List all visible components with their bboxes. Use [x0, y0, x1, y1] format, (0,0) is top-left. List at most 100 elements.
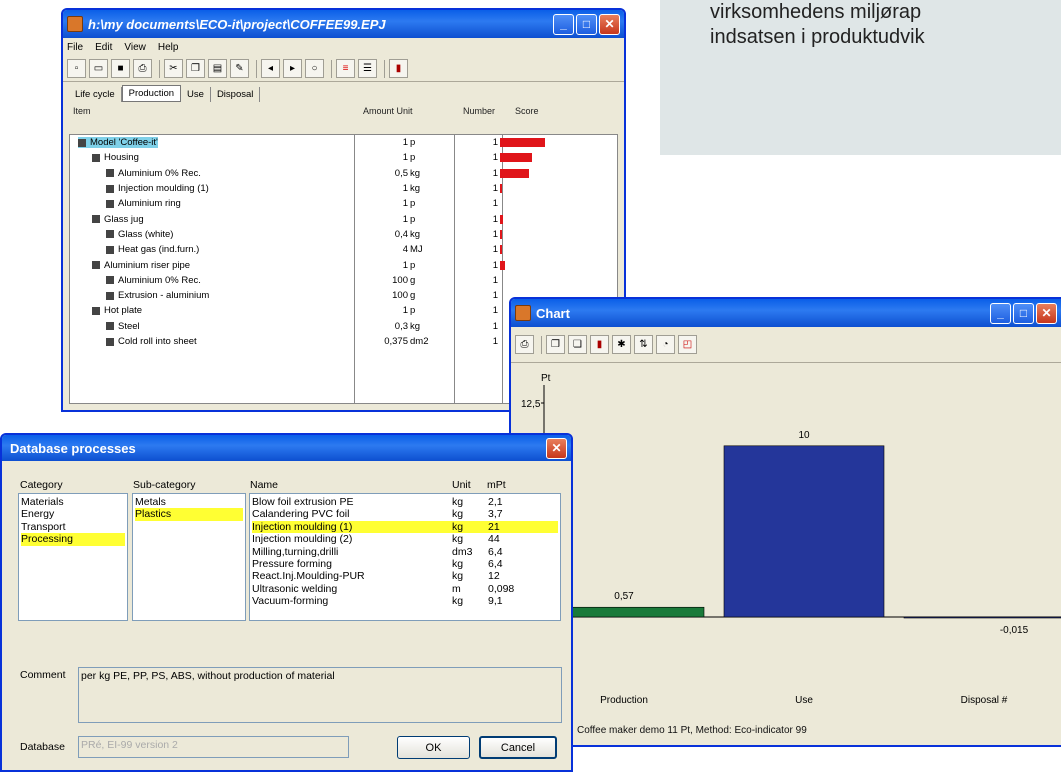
tab-use[interactable]: Use	[181, 87, 211, 102]
tab-life-cycle[interactable]: Life cycle	[69, 87, 122, 102]
maximize-button[interactable]: □	[576, 13, 597, 35]
tree-row[interactable]: Heat gas (ind.furn.) 4 MJ 1	[70, 242, 617, 257]
number-value: 1	[492, 274, 498, 286]
column-score[interactable]: Score	[515, 106, 539, 116]
tree-item-name: Glass (white)	[106, 229, 173, 240]
process-row[interactable]: Pressure forming kg 6,4	[252, 558, 558, 570]
list-item[interactable]: Plastics	[135, 508, 243, 521]
chart-title-bar[interactable]: Chart _ □ ✕	[511, 299, 1061, 327]
column-item[interactable]: Item	[73, 106, 91, 116]
list-item[interactable]: Transport	[21, 521, 125, 533]
tree-row[interactable]: Glass (white) 0,4 kg 1	[70, 227, 617, 242]
bar-chart: Pt 12,5 0,57 Production 10 Use -0,015 Disposa…	[511, 367, 1061, 712]
process-row[interactable]: Vacuum-forming kg 9,1	[252, 595, 558, 607]
chart-pie-icon[interactable]: ◔	[656, 335, 675, 354]
chart-maximize-button[interactable]: □	[1013, 302, 1034, 324]
chart-minimize-button[interactable]: _	[990, 302, 1011, 324]
process-row[interactable]: Injection moulding (2) kg 44	[252, 533, 558, 545]
tree-row[interactable]: Aluminium 0% Rec. 0,5 kg 1	[70, 166, 617, 181]
process-list[interactable]: Blow foil extrusion PE kg 2,1 Calandering P…	[249, 493, 561, 621]
ok-button[interactable]: OK	[397, 736, 470, 759]
tree-row[interactable]: Injection moulding (1) 1 kg 1	[70, 181, 617, 196]
chart-icon[interactable]: ▮	[389, 59, 408, 78]
project-title-bar[interactable]: h:\my documents\ECO-it\project\COFFEE99.…	[63, 10, 624, 38]
menu-help[interactable]: Help	[158, 42, 179, 53]
minimize-button[interactable]: _	[553, 13, 574, 35]
list-item[interactable]: Materials	[21, 496, 125, 508]
new-file-icon[interactable]: ▫	[67, 59, 86, 78]
tree-row[interactable]: Aluminium riser pipe 1 p 1	[70, 257, 617, 272]
tree-view-icon[interactable]: ☰	[358, 59, 377, 78]
process-unit: kg	[452, 595, 464, 608]
subcategory-list[interactable]: Metals Plastics	[132, 493, 246, 621]
tab-production[interactable]: Production	[121, 85, 182, 102]
process-unit: m	[452, 582, 461, 595]
tab-disposal[interactable]: Disposal	[211, 87, 261, 102]
tree-row[interactable]: Aluminium 0% Rec. 100 g 1	[70, 273, 617, 288]
edit-pencil-icon[interactable]: ✎	[230, 59, 249, 78]
db-title-bar[interactable]: Database processes ✕	[2, 435, 571, 461]
score-bar	[500, 184, 503, 194]
unit-value: kg	[410, 320, 421, 332]
process-unit: kg	[452, 557, 464, 570]
close-button[interactable]: ✕	[599, 13, 620, 35]
print-icon[interactable]: ⎙	[133, 59, 152, 78]
app-icon	[67, 16, 83, 32]
menu-file[interactable]: File	[67, 42, 83, 53]
chart-copy-data-icon[interactable]: ❏	[568, 335, 587, 354]
column-amount-unit[interactable]: Amount Unit	[363, 106, 413, 116]
process-row[interactable]: Blow foil extrusion PE kg 2,1	[252, 496, 558, 508]
menu-edit[interactable]: Edit	[95, 42, 112, 53]
chart-print-icon[interactable]: ⎙	[515, 335, 534, 354]
chart-close-button[interactable]: ✕	[1036, 302, 1057, 324]
chart-app-icon	[515, 305, 531, 321]
tree-row[interactable]: Glass jug 1 p 1	[70, 211, 617, 226]
process-name: Milling,turning,drilli	[252, 545, 339, 558]
category-list[interactable]: Materials Energy Transport Processing	[18, 493, 128, 621]
list-item[interactable]: Energy	[21, 508, 125, 520]
tree-row[interactable]: Aluminium ring 1 p 1	[70, 196, 617, 211]
copy-icon[interactable]: ❐	[186, 59, 205, 78]
tree-row[interactable]: Housing 1 p 1	[70, 150, 617, 165]
unit-value: p	[410, 152, 416, 164]
tree-item-label: Glass jug	[104, 213, 144, 225]
tree-item-name: Aluminium ring	[106, 198, 181, 209]
column-number[interactable]: Number	[463, 106, 495, 116]
move-left-icon[interactable]: ◂	[261, 59, 280, 78]
amount-value: 100	[392, 290, 408, 302]
chart-settings-icon[interactable]: ✱	[612, 335, 631, 354]
score-bars-icon[interactable]: ≡	[336, 59, 355, 78]
list-item[interactable]: Processing	[21, 533, 125, 546]
refresh-icon[interactable]: ○	[305, 59, 324, 78]
process-row[interactable]: Injection moulding (1) kg 21	[252, 520, 558, 534]
amount-value: 0,3	[394, 320, 408, 332]
move-right-icon[interactable]: ▸	[283, 59, 302, 78]
process-row[interactable]: Milling,turning,drilli dm3 6,4	[252, 546, 558, 558]
cancel-button[interactable]: Cancel	[479, 736, 557, 759]
component-icon	[106, 199, 114, 208]
unit-value: p	[410, 213, 416, 225]
process-row[interactable]: Calandering PVC foil kg 3,7	[252, 508, 558, 520]
score-bar	[500, 153, 532, 163]
tree-row[interactable]: Model 'Coffee-it' 1 p 1	[70, 135, 617, 150]
chart-copy-icon[interactable]: ❐	[546, 335, 565, 354]
comment-box[interactable]: per kg PE, PP, PS, ABS, without producti…	[78, 667, 562, 723]
paste-icon[interactable]: ▤	[208, 59, 227, 78]
save-icon[interactable]: ■	[111, 59, 130, 78]
process-row[interactable]: React.Inj.Moulding-PUR kg 12	[252, 570, 558, 582]
open-folder-icon[interactable]: ▭	[89, 59, 108, 78]
process-mpt: 3,7	[488, 508, 503, 521]
list-item[interactable]: Metals	[135, 496, 243, 508]
chart-axis-icon[interactable]: ⇅	[634, 335, 653, 354]
tree-item-label: Aluminium riser pipe	[104, 259, 191, 271]
cut-icon[interactable]: ✂	[164, 59, 183, 78]
chart-bar-icon[interactable]: ▮	[590, 335, 609, 354]
process-name: React.Inj.Moulding-PUR	[252, 570, 365, 583]
menu-view[interactable]: View	[124, 42, 146, 53]
db-title: Database processes	[10, 440, 136, 456]
unit-value: kg	[410, 228, 421, 240]
database-label: Database	[20, 741, 65, 753]
db-close-button[interactable]: ✕	[546, 437, 567, 459]
process-row[interactable]: Ultrasonic welding m 0,098	[252, 583, 558, 595]
chart-window-icon[interactable]: ◰	[678, 335, 697, 354]
